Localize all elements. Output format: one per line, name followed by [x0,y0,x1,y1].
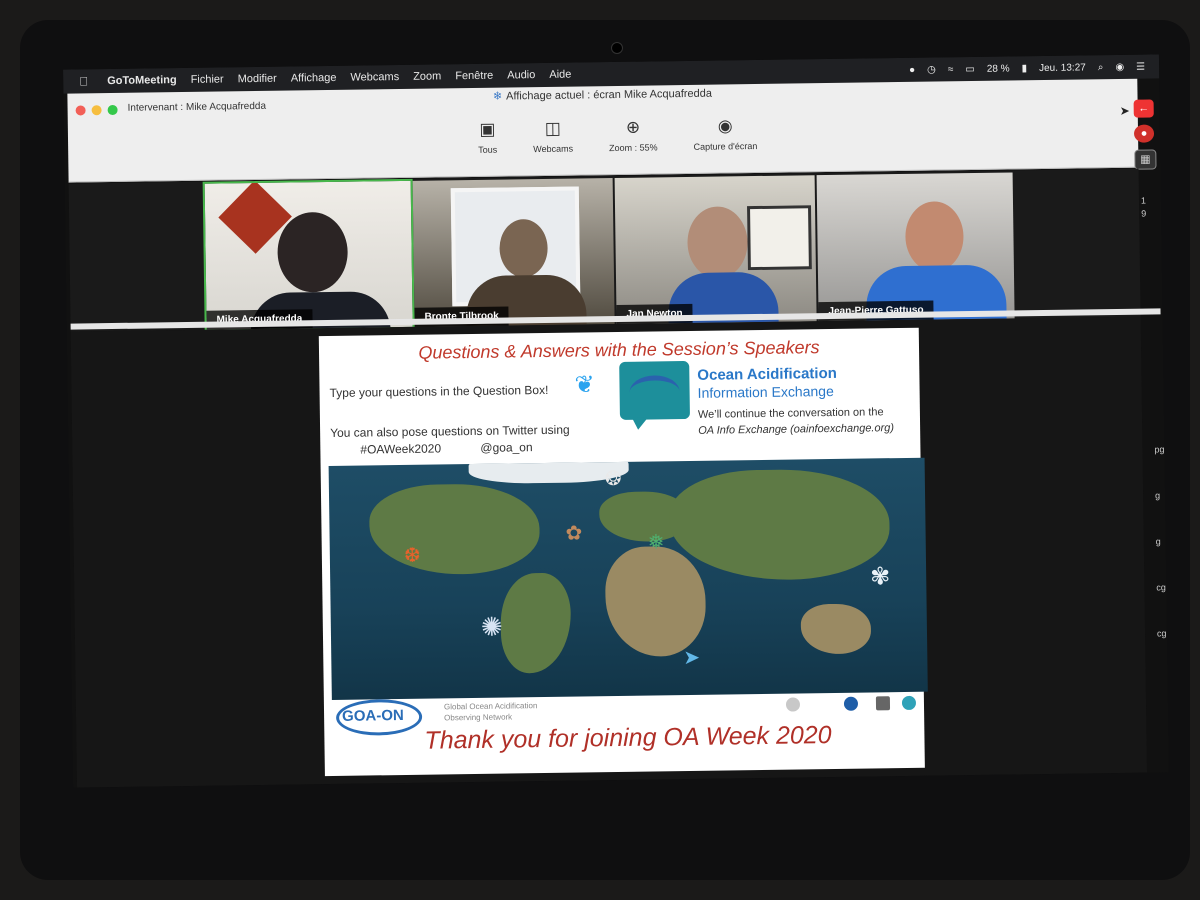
speech-bubble-tail [631,417,649,430]
noaa-logo [843,696,859,711]
oa-exchange-logo [619,360,690,430]
oa-note-line-1: We’ll continue the conversation on the [697,406,884,421]
airplay-icon[interactable]: ▭ [965,63,975,74]
screenshot-label: Capture d'écran [693,141,758,152]
participant-head [277,211,349,293]
twitter-icon: ❦ [574,371,595,399]
zoom-label: Zoom : 55% [608,142,658,154]
logo-ring [335,698,423,736]
view-title-text: Affichage actuel : écran Mike Acquafredd… [506,87,713,103]
side-mark: cg [1156,582,1166,593]
laptop-screen:  GoToMeeting Fichier Modifier Affichage… [63,54,1169,788]
laptop-camera [611,42,623,54]
fish-icon: ➤ [683,646,701,670]
nautilus-icon: ❂ [604,467,622,491]
webcam-tile-bronte[interactable]: Bronte Tilbrook [412,178,615,327]
shared-screen: Questions & Answers with the Session’s S… [70,316,1147,788]
participant-head [499,218,548,278]
people-grid-icon: ▣ [479,119,496,139]
world-map: ❆ ✺ ✿ ❂ ❅ ➤ ✾ [328,457,928,700]
battery-level[interactable]: 28 % [987,63,1010,74]
wave-icon [629,375,680,409]
webcam-tile-mike[interactable]: Mike Acquafredda [202,178,415,332]
hashtag: #OAWeek2020 [360,441,442,457]
oa-note-line-2: OA Info Exchange (oainfoexchange.org) [698,422,895,437]
notification-center-icon[interactable]: ☰ [1136,61,1145,72]
twitter-handle: @goa_on [480,440,533,455]
goa-on-subtitle-1: Global Ocean Acidification [443,701,538,712]
zoom-button[interactable]: ⊕ Zoom : 55% [609,117,658,153]
view-all-label: Tous [478,144,498,155]
menu-aide[interactable]: Aide [549,69,571,81]
chat-panel-button[interactable]: ▦ [1134,149,1157,170]
status-area: ● ◷ ≈ ▭ 28 % ▮ Jeu. 13:27 ⌕ ◉ ☰ [909,61,1145,75]
time-machine-icon[interactable]: ◷ [927,64,936,75]
twitter-text: You can also pose questions on Twitter u… [330,422,570,440]
toolbar: ▣ Tous ◫ Webcams ⊕ Zoom : 55% ◉ Capture … [478,116,758,155]
menu-webcams[interactable]: Webcams [350,71,399,84]
asia [668,468,891,582]
coccolith-icon: ✺ [480,611,503,642]
side-mark: cg [1156,628,1167,639]
menu-fenetre[interactable]: Fenêtre [455,70,493,83]
clock[interactable]: Jeu. 13:27 [1039,62,1086,74]
gotomeeting-window: ❄ Affichage actuel : écran Mike Acquafred… [67,78,1139,183]
zoom-icon: ⊕ [625,117,641,137]
unesco-logo [875,696,891,711]
goa-on-logo: GOA-ON [335,698,423,736]
presenter-label: Intervenant : Mike Acquafredda [127,100,267,114]
webcams-button[interactable]: ◫ Webcams [533,118,574,155]
side-mark: g [1155,490,1161,501]
australia [800,603,872,655]
seagrass-icon: ❅ [647,531,665,554]
goa-on-subtitle-2: Observing Network [444,712,513,723]
menu-app-name[interactable]: GoToMeeting [107,74,177,87]
user-icon[interactable]: ◉ [1115,61,1124,72]
battery-icon: ▮ [1021,62,1028,74]
participant-head [904,201,964,272]
webcams-label: Webcams [533,143,574,155]
view-all-button[interactable]: ▣ Tous [478,119,498,155]
shell-icon: ✿ [565,522,583,545]
menu-affichage[interactable]: Affichage [291,72,337,85]
camera-icon: ◉ [717,116,733,136]
side-numbers: 1 9 [1141,195,1146,221]
webcam-tile-jean-pierre[interactable]: Jean-Pierre Gattuso [816,172,1015,322]
side-mark: g [1155,536,1161,547]
exit-fullscreen-button[interactable]: ← [1133,99,1154,118]
thank-you-banner: Thank you for joining OA Week 2020 [424,721,832,755]
apple-icon[interactable]:  [79,74,93,88]
screen-share-icon: ❄ [492,90,503,103]
south-america [500,572,572,674]
wall-art [747,205,812,271]
africa [604,545,707,658]
participant-head [687,206,749,279]
webcam-tile-jan[interactable]: Jan Newton [614,175,817,324]
screenshot-button[interactable]: ◉ Capture d'écran [693,116,758,152]
wifi-icon[interactable]: ≈ [948,64,954,75]
video-camera-icon: ◫ [544,118,562,138]
microphone-button[interactable]: ● [1133,124,1155,143]
slide-title: Questions & Answers with the Session’s S… [418,337,820,363]
menu-fichier[interactable]: Fichier [191,73,224,85]
search-icon[interactable]: ⌕ [1098,62,1104,73]
coral-icon: ✾ [870,563,891,591]
mouse-pointer-icon: ➤ [1119,103,1130,118]
side-mark: pg [1154,444,1165,455]
north-america [368,483,541,576]
ioc-logo [901,695,917,711]
menu-modifier[interactable]: Modifier [238,73,277,86]
menu-audio[interactable]: Audio [507,69,535,81]
oa-title-line-2: Information Exchange [697,382,834,401]
crab-icon: ❆ [403,544,421,567]
menu-zoom[interactable]: Zoom [413,70,441,82]
side-number: 1 [1140,195,1147,206]
status-dot-icon[interactable]: ● [909,64,915,75]
oa-title-line-1: Ocean Acidification [697,364,837,384]
presentation-slide: Questions & Answers with the Session’s S… [318,327,928,777]
iaea-logo [785,697,801,712]
question-box-text: Type your questions in the Question Box! [329,382,549,400]
webcam-strip: Mike Acquafredda Bronte Tilbrook Jan New… [68,168,1141,332]
side-number: 9 [1141,208,1147,219]
